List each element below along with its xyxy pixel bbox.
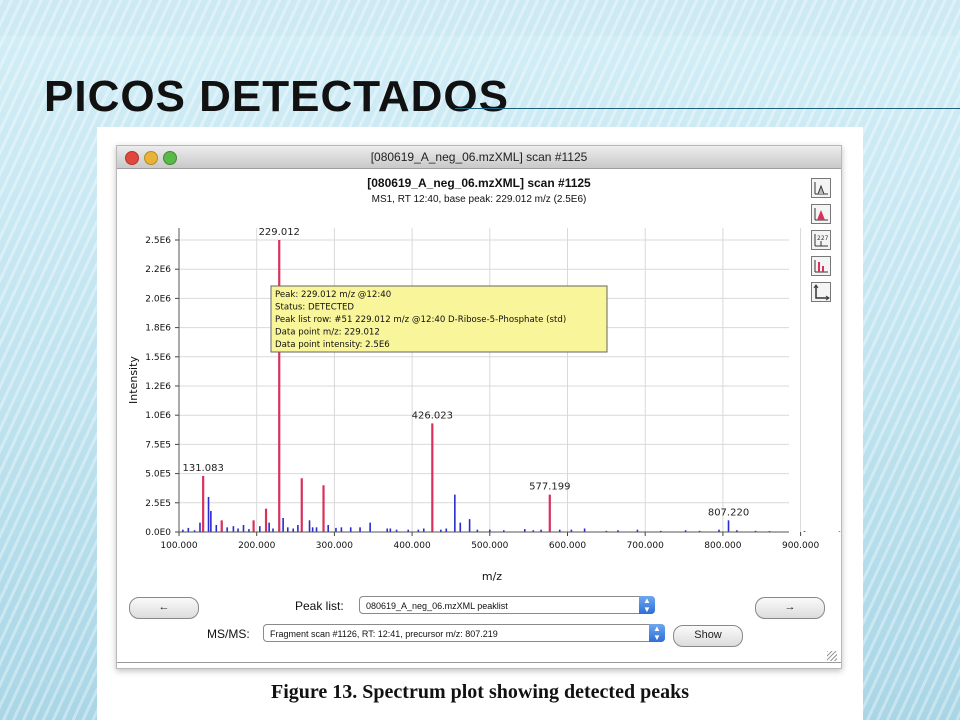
chevron-updown-icon: ▲ ▼	[639, 596, 655, 614]
y-tick-label: 1.5E6	[145, 353, 171, 363]
annotation-icon[interactable]: 227	[811, 230, 831, 250]
tooltip-line: Peak list row: #51 229.012 m/z @12:40 D-…	[275, 315, 566, 325]
y-axis-label: Intensity	[127, 356, 140, 404]
y-tick-label: 2.2E6	[145, 265, 171, 275]
y-tick-label: 7.5E5	[145, 440, 171, 450]
x-tick-label: 100.000	[160, 541, 197, 551]
x-tick-label: 400.000	[393, 541, 430, 551]
msms-label: MS/MS:	[207, 627, 250, 641]
detected-peaks-icon[interactable]	[811, 204, 831, 224]
y-tick-label: 1.8E6	[145, 324, 171, 334]
x-tick-label: 500.000	[471, 541, 508, 551]
peak-list-select[interactable]: 080619_A_neg_06.mzXML peaklist ▲ ▼	[359, 596, 655, 614]
y-tick-label: 1.0E6	[145, 411, 171, 421]
previous-scan-button[interactable]: ←	[129, 597, 199, 619]
peak-annotation-label: 229.012	[259, 227, 300, 238]
tooltip-line: Data point intensity: 2.5E6	[275, 340, 390, 350]
peak-shape-icon[interactable]	[811, 178, 831, 198]
spectrum-plot: 0.0E0 2.5E5 5.0E5 7.5E5 1.0E6 1.2E6 1.5E6 1.8E6…	[127, 227, 841, 583]
y-tick-label: 0.0E0	[145, 528, 171, 538]
svg-text:227: 227	[817, 235, 829, 242]
y-tick-label: 5.0E5	[145, 470, 171, 480]
y-tick-label: 1.2E6	[145, 382, 171, 392]
peak-list-label: Peak list:	[295, 599, 344, 613]
x-axis-label: m/z	[482, 570, 502, 583]
tooltip-line: Peak: 229.012 m/z @12:40	[275, 290, 391, 300]
peak-annotation-label: 577.199	[529, 482, 570, 493]
tooltip-line: Status: DETECTED	[275, 303, 354, 313]
x-tick-label: 600.000	[549, 541, 586, 551]
peak-annotation-label: 131.083	[182, 463, 223, 474]
x-tick-label: 900.000	[782, 541, 819, 551]
slide-title: PICOS DETECTADOS	[44, 72, 510, 121]
show-button[interactable]: Show	[673, 625, 743, 647]
x-tick-label: 800.000	[704, 541, 741, 551]
msms-value: Fragment scan #1126, RT: 12:41, precurso…	[270, 629, 498, 639]
msms-select[interactable]: Fragment scan #1126, RT: 12:41, precurso…	[263, 624, 665, 642]
peak-list-value: 080619_A_neg_06.mzXML peaklist	[366, 601, 508, 611]
y-tick-label: 2.5E6	[145, 236, 171, 246]
next-scan-button[interactable]: →	[755, 597, 825, 619]
peak-annotation-label: 426.023	[412, 410, 453, 421]
tooltip-line: Data point m/z: 229.012	[275, 328, 380, 338]
spectrum-window: [080619_A_neg_06.mzXML] scan #1125 [0806…	[116, 145, 842, 669]
y-tick-label: 2.5E5	[145, 499, 171, 509]
x-tick-label: 700.000	[627, 541, 664, 551]
window-divider	[117, 662, 841, 663]
figure-caption: Figure 13. Spectrum plot showing detecte…	[271, 681, 689, 703]
x-tick-label: 300.000	[316, 541, 353, 551]
resize-grip-icon[interactable]	[827, 651, 837, 661]
peak-annotation-label: 807.220	[708, 507, 749, 518]
x-tick-label: 200.000	[238, 541, 275, 551]
axes-icon[interactable]	[811, 282, 831, 302]
isotope-icon[interactable]	[811, 256, 831, 276]
title-underline	[455, 108, 960, 109]
y-tick-label: 2.0E6	[145, 294, 171, 304]
chevron-updown-icon: ▲ ▼	[649, 624, 665, 642]
